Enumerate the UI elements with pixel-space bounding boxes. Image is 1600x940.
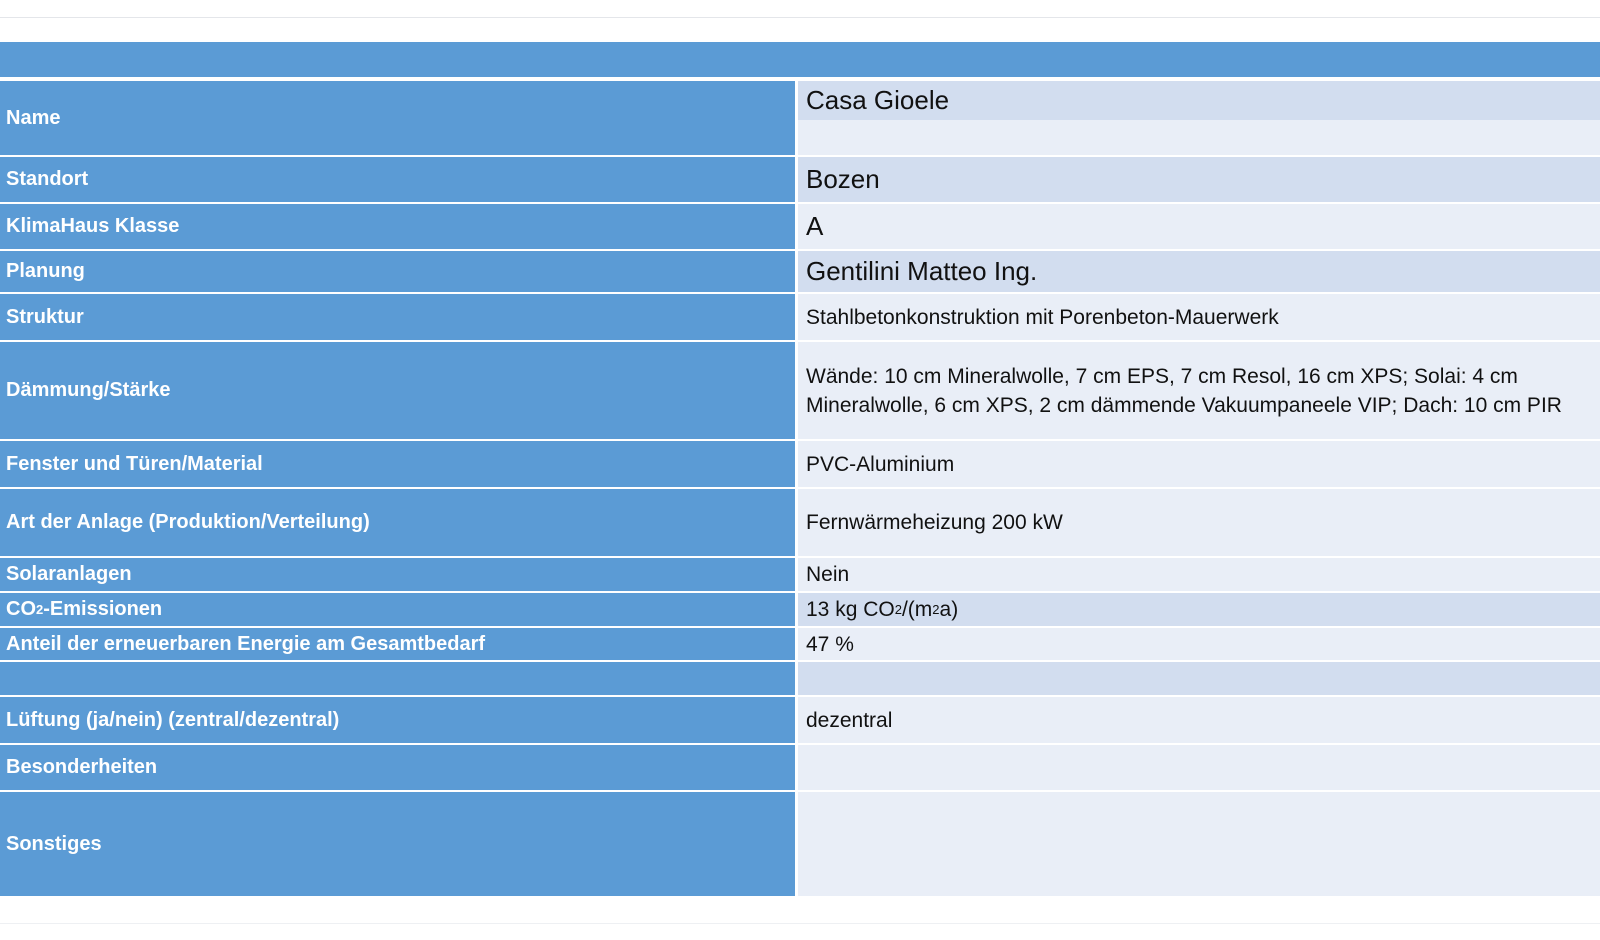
- row-label: Solaranlagen: [0, 558, 798, 591]
- value-superscript: 2: [932, 602, 940, 617]
- value-part: a): [939, 598, 959, 621]
- table-row-name: Name Casa Gioele: [0, 81, 1600, 157]
- row-label: Besonderheiten: [0, 745, 798, 790]
- row-value: [798, 792, 1600, 896]
- row-value: Casa Gioele: [798, 81, 1600, 120]
- row-label: Anteil der erneuerbaren Energie am Gesam…: [0, 628, 798, 660]
- value-part: /(m: [901, 598, 933, 621]
- row-label: Fenster und Türen/Material: [0, 441, 798, 487]
- value-subscript: 2: [894, 602, 902, 617]
- bottom-rule: [0, 923, 1600, 924]
- row-value: 47 %: [798, 628, 1600, 660]
- row-value: [798, 745, 1600, 790]
- row-value: Gentilini Matteo Ing.: [798, 251, 1600, 292]
- row-value-line: Wände: 10 cm Mineralwolle, 7 cm EPS, 7 c…: [806, 364, 1518, 388]
- row-value: dezentral: [798, 697, 1600, 743]
- table-row-besonderheiten: Besonderheiten: [0, 745, 1600, 792]
- label-subscript: 2: [36, 602, 44, 617]
- row-value: PVC-Aluminium: [798, 441, 1600, 487]
- row-value-line: Mineralwolle, 6 cm XPS, 2 cm dämmende Va…: [806, 393, 1562, 417]
- row-label: Sonstiges: [0, 792, 798, 896]
- row-label: [0, 662, 798, 695]
- row-value: Nein: [798, 558, 1600, 591]
- table-row-standort: Standort Bozen: [0, 157, 1600, 204]
- table-row-planung: Planung Gentilini Matteo Ing.: [0, 251, 1600, 294]
- row-label: Name: [0, 81, 798, 155]
- row-label: Art der Anlage (Produktion/Verteilung): [0, 489, 798, 556]
- row-value: Stahlbetonkonstruktion mit Porenbeton-Ma…: [798, 294, 1600, 340]
- table-row-co2-emissionen: CO 2 -Emissionen 13 kg CO 2/(m 2 a): [0, 593, 1600, 628]
- top-rule: [0, 17, 1600, 18]
- row-label: CO 2 -Emissionen: [0, 593, 798, 626]
- row-label: Standort: [0, 157, 798, 202]
- table-row-sonstiges: Sonstiges: [0, 792, 1600, 896]
- row-value: A: [798, 204, 1600, 249]
- table-row-struktur: Struktur Stahlbetonkonstruktion mit Pore…: [0, 294, 1600, 342]
- project-data-table: Name Casa Gioele Standort Bozen KlimaHau…: [0, 42, 1600, 896]
- row-value: Fernwärmeheizung 200 kW: [798, 489, 1600, 556]
- table-row-klimahaus-klasse: KlimaHaus Klasse A: [0, 204, 1600, 251]
- value-part: 13 kg CO: [806, 598, 895, 621]
- table-row-art-der-anlage: Art der Anlage (Produktion/Verteilung) F…: [0, 489, 1600, 558]
- table-row-daemmung: Dämmung/Stärke Wände: 10 cm Mineralwolle…: [0, 342, 1600, 441]
- label-part: CO: [6, 598, 36, 620]
- row-label: KlimaHaus Klasse: [0, 204, 798, 249]
- table-row-empty: [0, 662, 1600, 697]
- row-value-filler: [798, 120, 1600, 155]
- table-header-band: [0, 42, 1600, 81]
- row-label: Struktur: [0, 294, 798, 340]
- row-label: Planung: [0, 251, 798, 292]
- table-row-fenster: Fenster und Türen/Material PVC-Aluminium: [0, 441, 1600, 489]
- table-row-lueftung: Lüftung (ja/nein) (zentral/dezentral) de…: [0, 697, 1600, 745]
- row-value: Bozen: [798, 157, 1600, 202]
- row-value: Wände: 10 cm Mineralwolle, 7 cm EPS, 7 c…: [798, 342, 1600, 439]
- row-label: Lüftung (ja/nein) (zentral/dezentral): [0, 697, 798, 743]
- table-row-solaranlagen: Solaranlagen Nein: [0, 558, 1600, 593]
- row-label: Dämmung/Stärke: [0, 342, 798, 439]
- table-row-anteil-erneuerbar: Anteil der erneuerbaren Energie am Gesam…: [0, 628, 1600, 662]
- row-value: 13 kg CO 2/(m 2 a): [798, 593, 1600, 626]
- row-value-cell: Casa Gioele: [798, 81, 1600, 155]
- row-value: [798, 662, 1600, 695]
- label-part: -Emissionen: [43, 598, 163, 620]
